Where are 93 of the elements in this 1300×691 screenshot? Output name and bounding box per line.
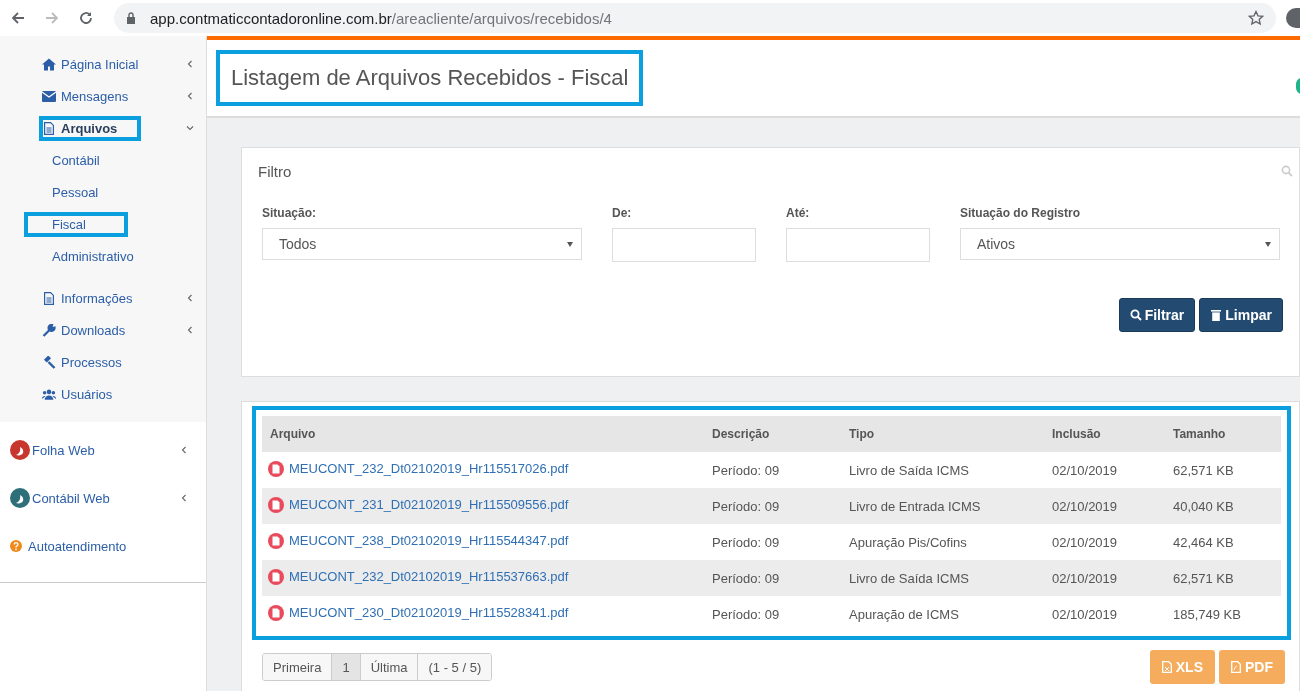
table-cell: Livro de Saída ICMS bbox=[849, 462, 969, 478]
sidebar-menu-item[interactable]: Informações bbox=[53, 285, 141, 311]
sidebar-menu-item[interactable]: Página Inicial bbox=[53, 51, 147, 77]
table-cell: Apuração de ICMS bbox=[849, 606, 959, 622]
sidebar-menu-item[interactable]: Usuários bbox=[53, 381, 121, 407]
file-icon bbox=[268, 604, 284, 621]
table-cell: 02/10/2019 bbox=[1052, 534, 1118, 550]
table-cell: 42,464 KB bbox=[1173, 534, 1234, 550]
trash-icon bbox=[1210, 309, 1223, 321]
url-host: app.contmaticcontadoronline.com.br bbox=[150, 9, 392, 27]
submenu-item[interactable]: Contábil bbox=[44, 147, 108, 173]
column-header: Tipo bbox=[849, 427, 875, 441]
back-icon[interactable] bbox=[10, 10, 26, 26]
file-link[interactable]: MEUCONT_230_Dt02102019_Hr115528341.pdf bbox=[289, 605, 569, 620]
table-cell: Período: 09 bbox=[712, 534, 780, 550]
chevron-left-icon[interactable] bbox=[186, 326, 194, 334]
table-cell: 02/10/2019 bbox=[1052, 462, 1118, 478]
file-icon bbox=[268, 568, 284, 585]
select-field[interactable]: Todos bbox=[262, 228, 582, 260]
url-path: /areacliente/arquivos/recebidos/4 bbox=[391, 9, 612, 27]
chevron-down-icon[interactable] bbox=[186, 124, 194, 132]
table-cell: Período: 09 bbox=[712, 498, 780, 514]
date-input-field[interactable] bbox=[612, 228, 756, 262]
file-icon bbox=[268, 532, 284, 549]
address-bar[interactable]: app.contmaticcontadoronline.com.br/areacliente/arquivos/recebidos/4 bbox=[114, 3, 1276, 33]
chevron-left-icon[interactable] bbox=[186, 60, 194, 68]
table-cell: Período: 09 bbox=[712, 606, 780, 622]
help-link[interactable]: Autoatendimento bbox=[28, 538, 127, 554]
chevron-left-icon[interactable] bbox=[180, 494, 188, 502]
wrench-icon bbox=[42, 323, 56, 337]
field-label: Situação do Registro bbox=[960, 206, 1082, 220]
reload-icon[interactable] bbox=[78, 10, 94, 26]
table-cell: 62,571 KB bbox=[1173, 570, 1234, 586]
table-cell: Livro de Saída ICMS bbox=[849, 570, 969, 586]
pagination-button[interactable]: Última bbox=[360, 654, 419, 680]
table-cell: 185,749 KB bbox=[1173, 606, 1241, 622]
sidebar-menu-item[interactable]: Mensagens bbox=[53, 83, 137, 109]
file-icon bbox=[268, 460, 284, 477]
chevron-left-icon[interactable] bbox=[180, 446, 188, 454]
pagination-button[interactable]: Primeira bbox=[263, 654, 333, 680]
home-icon bbox=[42, 57, 56, 71]
search-icon bbox=[1129, 309, 1142, 321]
file-icon bbox=[1161, 661, 1172, 673]
sidebar-menu-item[interactable]: Arquivos bbox=[39, 115, 142, 141]
field-label: Situação: bbox=[262, 206, 317, 220]
table-cell: 02/10/2019 bbox=[1052, 570, 1118, 586]
chevron-left-icon[interactable] bbox=[186, 294, 194, 302]
lock-icon bbox=[126, 12, 136, 24]
caret-icon bbox=[1265, 241, 1271, 247]
table-cell: 40,040 KB bbox=[1173, 498, 1234, 514]
table-cell: 02/10/2019 bbox=[1052, 606, 1118, 622]
file-icon bbox=[1231, 661, 1241, 673]
document-icon bbox=[42, 291, 56, 305]
document-icon bbox=[42, 121, 56, 135]
page-title: Listagem de Arquivos Recebidos - Fiscal bbox=[216, 50, 644, 106]
field-label: De: bbox=[612, 206, 633, 220]
sidebar-menu-item[interactable]: Downloads bbox=[53, 317, 134, 343]
sidebar-menu-item[interactable]: Processos bbox=[53, 349, 130, 375]
column-header: Tamanho bbox=[1173, 427, 1226, 441]
profile-icon[interactable] bbox=[1286, 8, 1300, 28]
table-cell: Livro de Entrada ICMS bbox=[849, 498, 981, 514]
date-input-field[interactable] bbox=[786, 228, 930, 262]
column-header: Descrição bbox=[712, 427, 770, 441]
filter-title: Filtro bbox=[258, 162, 292, 180]
submenu-item[interactable]: Fiscal bbox=[24, 211, 128, 237]
submenu-item[interactable]: Pessoal bbox=[44, 179, 107, 205]
app-menu-item[interactable]: Folha Web bbox=[32, 442, 95, 458]
users-icon bbox=[42, 387, 56, 401]
column-header: Inclusão bbox=[1052, 427, 1101, 441]
select-field[interactable]: Ativos bbox=[960, 228, 1280, 260]
envelope-icon bbox=[42, 89, 56, 103]
forward-icon[interactable] bbox=[44, 10, 60, 26]
file-icon bbox=[268, 496, 284, 513]
file-link[interactable]: MEUCONT_238_Dt02102019_Hr115544347.pdf bbox=[289, 533, 569, 548]
clear-button[interactable]: Limpar bbox=[1199, 298, 1283, 332]
pagination-button[interactable]: (1 - 5 / 5) bbox=[418, 654, 492, 680]
table-cell: Apuração Pis/Cofins bbox=[849, 534, 967, 550]
filter-button[interactable]: Filtrar bbox=[1118, 298, 1196, 332]
help-icon bbox=[10, 540, 22, 552]
gavel-icon bbox=[42, 355, 56, 369]
table-cell: Período: 09 bbox=[712, 570, 780, 586]
column-header: Arquivo bbox=[270, 427, 316, 441]
table-cell: 62,571 KB bbox=[1173, 462, 1234, 478]
star-icon[interactable] bbox=[1248, 10, 1264, 26]
app-menu-item[interactable]: Contábil Web bbox=[32, 490, 110, 506]
table-cell: Período: 09 bbox=[712, 462, 780, 478]
file-link[interactable]: MEUCONT_232_Dt02102019_Hr115517026.pdf bbox=[289, 461, 569, 476]
caret-icon bbox=[567, 241, 573, 247]
field-label: Até: bbox=[786, 206, 811, 220]
submenu-item[interactable]: Administrativo bbox=[44, 243, 142, 269]
table-cell: 02/10/2019 bbox=[1052, 498, 1118, 514]
pagination-button[interactable]: 1 bbox=[332, 654, 361, 680]
chevron-left-icon[interactable] bbox=[186, 92, 194, 100]
